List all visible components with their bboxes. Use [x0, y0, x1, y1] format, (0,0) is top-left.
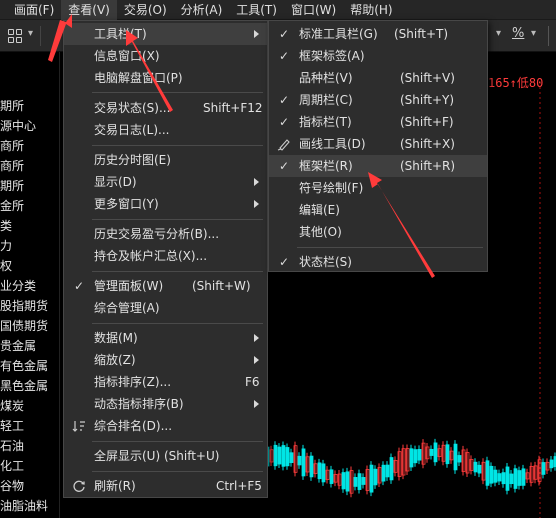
pen-icon — [277, 139, 290, 151]
candle-body — [345, 471, 350, 492]
candle-body — [321, 463, 326, 483]
sort-icon — [72, 421, 85, 432]
candle-body — [457, 455, 462, 463]
candle-body — [521, 468, 526, 486]
candle-body — [329, 469, 334, 484]
menu-item-more-windows[interactable]: 更多窗口(Y) — [64, 193, 267, 215]
menu-item-symbol-bar[interactable]: 品种栏(V) (Shift+V) — [269, 67, 487, 89]
menu-item-analysis-window[interactable]: 电脑解盘窗口(P) — [64, 67, 267, 89]
candle-body — [341, 472, 346, 490]
menu-item-position-summary[interactable]: 持仓及帐户汇总(X)... — [64, 245, 267, 267]
checkmark-icon: ✓ — [279, 27, 290, 41]
candle-body — [369, 464, 374, 493]
menu-item-refresh[interactable]: 刷新(R) Ctrl+F5 — [64, 475, 267, 497]
menu-item-period-bar[interactable]: ✓ 周期栏(C) (Shift+Y) — [269, 89, 487, 111]
candle-body — [409, 448, 414, 468]
checkmark-icon: ✓ — [279, 49, 290, 63]
menu-item-general-manage[interactable]: 综合管理(A) — [64, 297, 267, 319]
menu-item-other[interactable]: 其他(O) — [269, 221, 487, 243]
candle-body — [485, 460, 490, 486]
menu-item-symbol-draw[interactable]: 符号绘制(F) — [269, 177, 487, 199]
menu-divider — [92, 471, 263, 472]
menu-item-drawing-tools[interactable]: 画线工具(D) (Shift+X) — [269, 133, 487, 155]
checkmark-icon: ✓ — [279, 255, 290, 269]
menu-item-trade-status[interactable]: 交易状态(S)... Shift+F12 — [64, 97, 267, 119]
candle-body — [273, 444, 278, 467]
candle-body — [281, 445, 286, 467]
candle-body — [509, 473, 514, 485]
candle-body — [417, 449, 422, 461]
checkmark-icon: ✓ — [279, 115, 290, 129]
view-menu: 工具栏(T) 信息窗口(X) 电脑解盘窗口(P) 交易状态(S)... Shift… — [63, 20, 268, 498]
candle-body — [353, 477, 358, 487]
candle-body — [501, 472, 506, 485]
menu-item-edit[interactable]: 编辑(E) — [269, 199, 487, 221]
menu-item-fullscreen[interactable]: 全屏显示(U) (Shift+U) — [64, 445, 267, 467]
menu-divider — [297, 247, 483, 248]
candle-body — [497, 473, 502, 482]
submenu-arrow-icon — [254, 200, 259, 208]
checkmark-icon: ✓ — [279, 159, 290, 173]
candle-body — [493, 469, 498, 483]
submenu-arrow-icon — [254, 356, 259, 364]
candle-body — [453, 443, 458, 471]
submenu-arrow-icon — [254, 178, 259, 186]
menu-item-history-timeshare[interactable]: 历史分时图(E) — [64, 149, 267, 171]
candle-body — [317, 462, 322, 480]
menu-item-info-window[interactable]: 信息窗口(X) — [64, 45, 267, 67]
candle-body — [473, 461, 478, 473]
submenu-arrow-icon — [254, 400, 259, 408]
candle-body — [477, 464, 482, 474]
menu-item-status-bar[interactable]: ✓ 状态栏(S) — [269, 251, 487, 273]
candle-body — [429, 448, 434, 456]
menu-item-frame-tabs[interactable]: ✓ 框架标签(A) — [269, 45, 487, 67]
refresh-icon — [73, 480, 85, 492]
menu-item-indicator-bar[interactable]: ✓ 指标栏(T) (Shift+F) — [269, 111, 487, 133]
candle-body — [505, 466, 510, 491]
menu-divider — [92, 323, 263, 324]
candle-body — [357, 473, 362, 490]
menu-item-data[interactable]: 数据(M) — [64, 327, 267, 349]
menu-divider — [92, 145, 263, 146]
candle-body — [513, 468, 518, 489]
menu-divider — [92, 92, 263, 93]
candle-body — [309, 455, 314, 478]
candle-body — [445, 444, 450, 465]
menu-item-manage-panel[interactable]: ✓ 管理面板(W) (Shift+W) — [64, 275, 267, 297]
submenu-arrow-icon — [254, 30, 259, 38]
candle-body — [301, 448, 306, 477]
candle-body — [297, 455, 302, 466]
menu-item-zoom[interactable]: 缩放(Z) — [64, 349, 267, 371]
menu-divider — [92, 271, 263, 272]
candle-body — [517, 470, 522, 486]
menu-item-display[interactable]: 显示(D) — [64, 171, 267, 193]
toolbar-submenu: ✓ 标准工具栏(G) (Shift+T) ✓ 框架标签(A) 品种栏(V) (Shift… — [268, 20, 488, 272]
menu-item-indicator-sort[interactable]: 指标排序(Z)... F6 — [64, 371, 267, 393]
candle-body — [289, 452, 294, 464]
candle-body — [277, 446, 282, 465]
candle-body — [413, 449, 418, 464]
menu-divider — [92, 219, 263, 220]
menu-item-frame-bar[interactable]: ✓ 框架栏(R) (Shift+R) — [269, 155, 487, 177]
candle-body — [389, 457, 394, 481]
menu-divider — [92, 441, 263, 442]
checkmark-icon: ✓ — [279, 93, 290, 107]
menu-item-toolbar[interactable]: 工具栏(T) — [64, 23, 267, 45]
candle-body — [489, 465, 494, 484]
menu-item-pnl-analysis[interactable]: 历史交易盈亏分析(B)... — [64, 223, 267, 245]
candle-body — [433, 442, 438, 463]
candle-body — [541, 462, 546, 475]
candle-body — [285, 447, 290, 467]
candle-body — [373, 468, 378, 486]
menu-item-dynamic-sort[interactable]: 动态指标排序(B) — [64, 393, 267, 415]
candle-body — [361, 477, 366, 485]
menu-item-standard-toolbar[interactable]: ✓ 标准工具栏(G) (Shift+T) — [269, 23, 487, 45]
candle-body — [549, 459, 554, 469]
candle-body — [381, 464, 386, 482]
submenu-arrow-icon — [254, 334, 259, 342]
candle-body — [385, 464, 390, 478]
menu-item-trade-log[interactable]: 交易日志(L)... — [64, 119, 267, 141]
checkmark-icon: ✓ — [74, 279, 85, 293]
menu-item-ranking[interactable]: 综合排名(D)... — [64, 415, 267, 437]
